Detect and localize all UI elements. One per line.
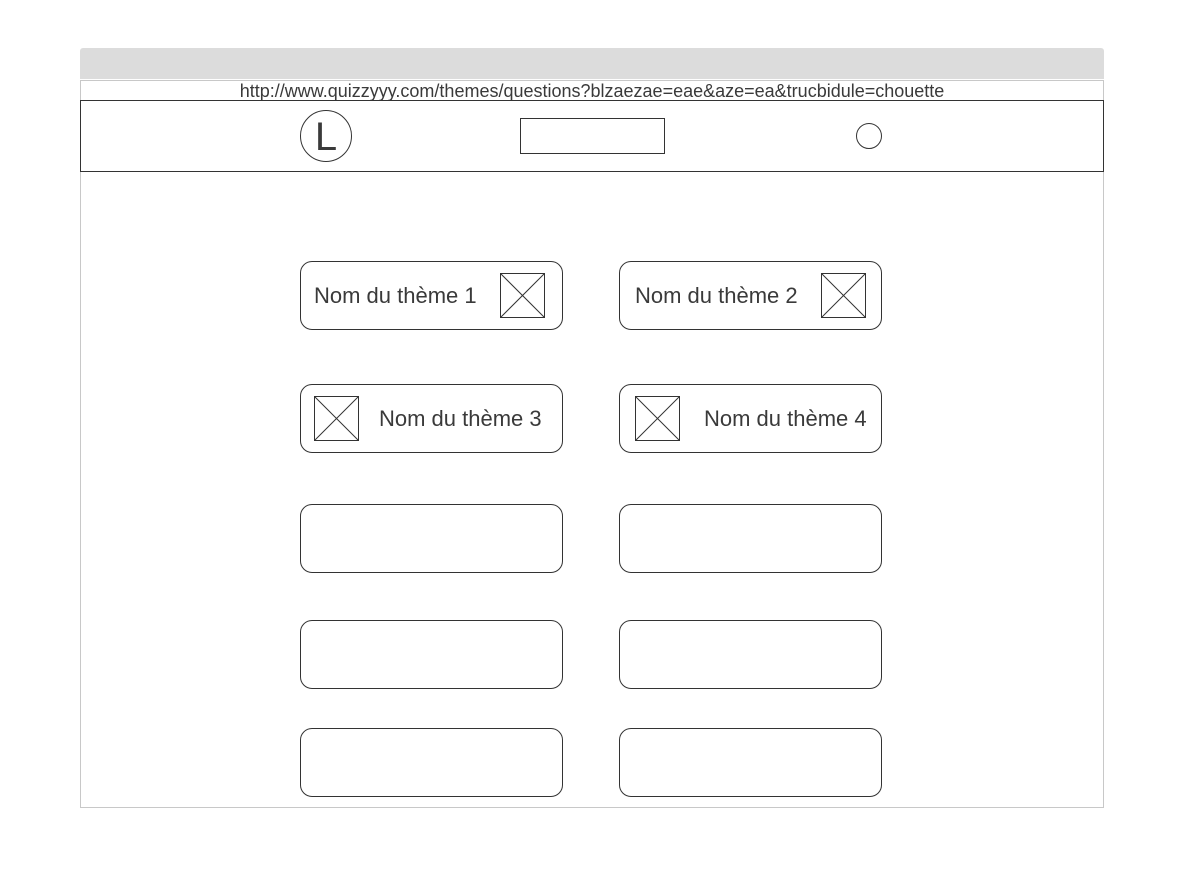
- theme-card-6[interactable]: [619, 504, 882, 573]
- image-placeholder-icon: [635, 396, 680, 441]
- theme-card-label: Nom du thème 4: [704, 406, 867, 431]
- theme-card-label: Nom du thème 2: [635, 283, 798, 308]
- image-placeholder-icon: [314, 396, 359, 441]
- theme-card-8[interactable]: [619, 620, 882, 689]
- theme-card-4[interactable]: Nom du thème 4: [619, 384, 882, 453]
- search-input[interactable]: [520, 118, 665, 154]
- theme-card-label: Nom du thème 3: [379, 406, 542, 431]
- theme-card-9[interactable]: [300, 728, 563, 797]
- theme-card-10[interactable]: [619, 728, 882, 797]
- browser-window: [80, 80, 1104, 808]
- theme-card-label: Nom du thème 1: [314, 283, 477, 308]
- theme-card-5[interactable]: [300, 504, 563, 573]
- theme-card-3[interactable]: Nom du thème 3: [300, 384, 563, 453]
- logo[interactable]: L: [300, 110, 352, 162]
- image-placeholder-icon: [500, 273, 545, 318]
- theme-card-7[interactable]: [300, 620, 563, 689]
- theme-card-2[interactable]: Nom du thème 2: [619, 261, 882, 330]
- address-bar-url[interactable]: http://www.quizzyyy.com/themes/questions…: [0, 80, 1184, 101]
- theme-card-1[interactable]: Nom du thème 1: [300, 261, 563, 330]
- user-circle-icon[interactable]: [856, 123, 882, 149]
- browser-titlebar: [80, 48, 1104, 79]
- image-placeholder-icon: [821, 273, 866, 318]
